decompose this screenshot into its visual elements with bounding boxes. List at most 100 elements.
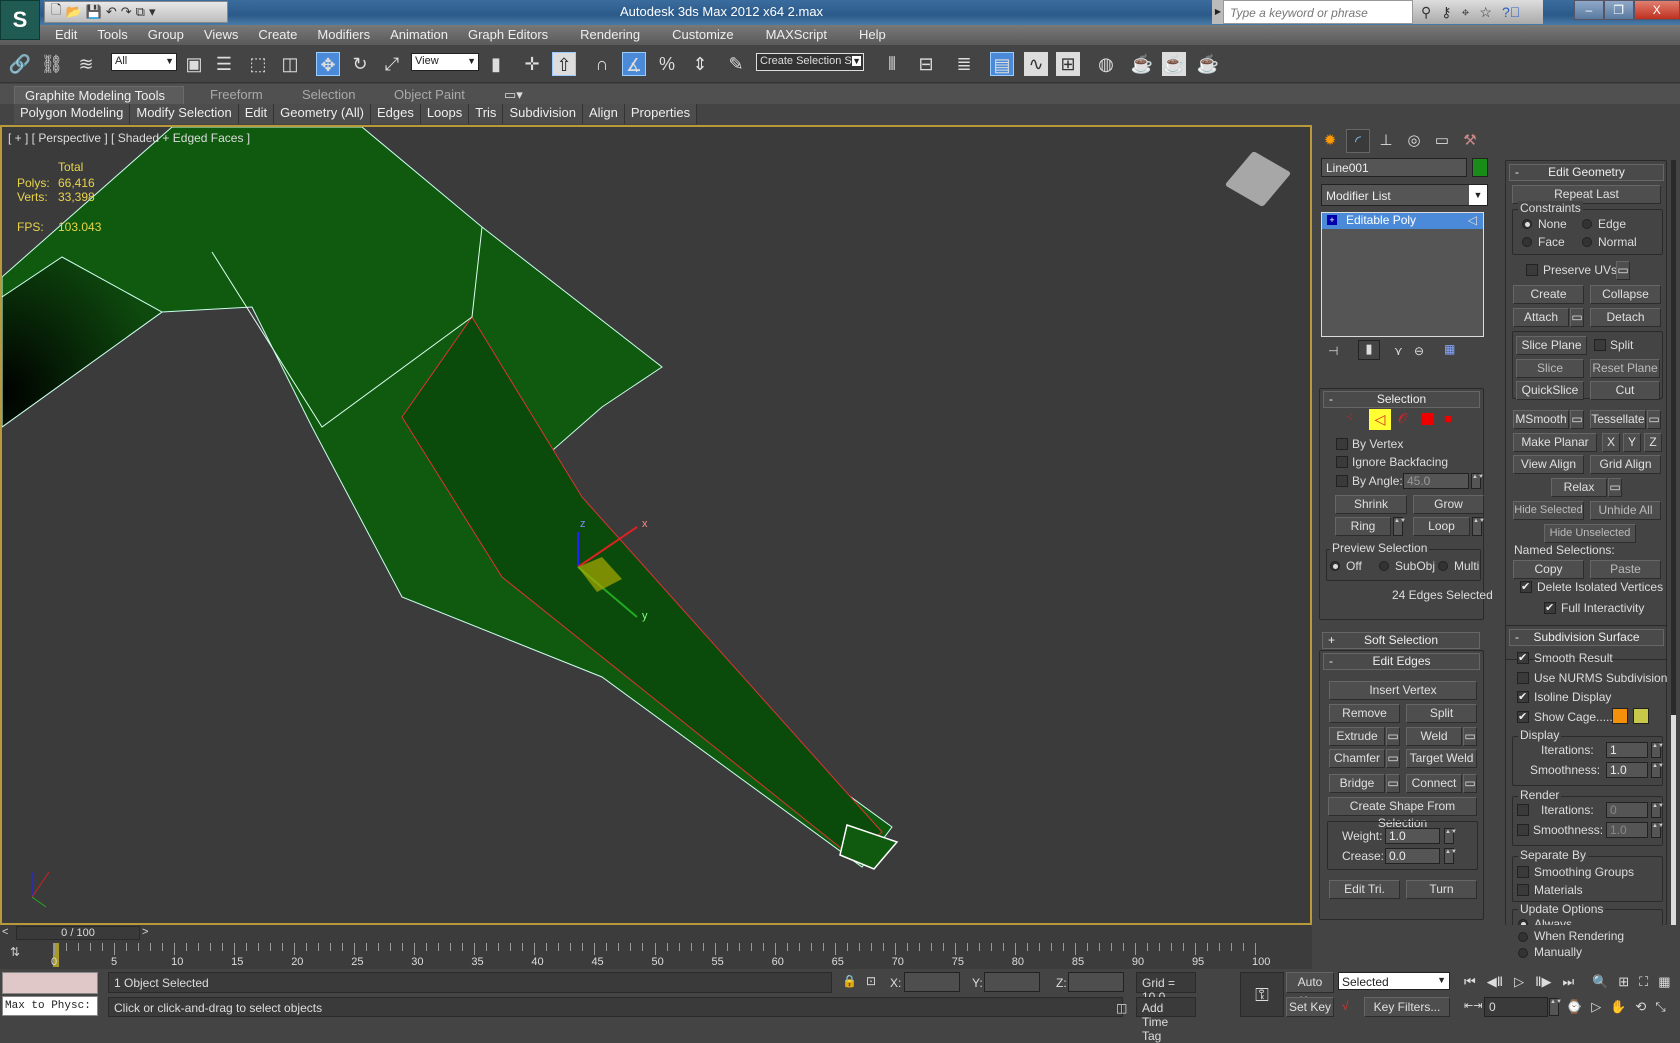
edge-mode-icon[interactable]: ◁ — [1369, 409, 1391, 430]
vertex-mode-icon[interactable]: ⁖ — [1346, 410, 1353, 424]
configure-modifier-sets-icon[interactable]: ▦ — [1444, 342, 1455, 356]
materials-checkbox[interactable] — [1517, 884, 1529, 896]
satellite-icon[interactable]: ⌖ — [1462, 4, 1470, 21]
maxscript-mini-listener-pink[interactable] — [2, 972, 98, 994]
maximize-button[interactable]: ❐ — [1603, 0, 1634, 20]
link-icon[interactable]: 🔗 — [8, 52, 32, 76]
preview-off-radio[interactable] — [1330, 561, 1340, 571]
key-mode-dropdown[interactable]: Selected ▼ — [1338, 972, 1450, 990]
select-and-scale-icon[interactable]: ⤢ — [380, 52, 404, 76]
panel-edit[interactable]: Edit — [238, 104, 275, 124]
z-coordinate-input[interactable] — [1068, 972, 1124, 992]
shrink-button[interactable]: Shrink — [1335, 495, 1407, 514]
remove-modifier-icon[interactable]: ⊖ — [1414, 344, 1424, 358]
constraint-none-radio[interactable] — [1522, 219, 1532, 229]
auto-key-button[interactable]: Auto Key — [1286, 972, 1334, 1008]
bind-space-warp-icon[interactable]: ≋ — [74, 52, 98, 76]
menu-edit[interactable]: Edit — [45, 25, 87, 45]
modifier-list-dropdown[interactable]: Modifier List ▼ — [1321, 184, 1488, 206]
render-smoothness-spinner[interactable]: ▲▼ — [1651, 822, 1664, 838]
by-angle-spinner[interactable]: ▲▼ — [1471, 473, 1484, 489]
align-icon[interactable]: ⊟ — [914, 52, 938, 76]
selection-filter-dropdown[interactable]: All ▼ — [111, 53, 177, 71]
create-tab-icon[interactable]: ✹ — [1318, 129, 1342, 153]
planar-z-button[interactable]: Z — [1644, 433, 1662, 452]
remove-button[interactable]: Remove — [1329, 704, 1400, 723]
redo-icon[interactable]: ↷ — [121, 4, 132, 20]
tab-freeform[interactable]: Freeform — [200, 86, 273, 104]
edit-edges-rollout-header[interactable]: - Edit Edges — [1323, 653, 1480, 670]
border-mode-icon[interactable]: 𝒪 — [1398, 410, 1407, 427]
chevron-down-icon[interactable]: ▾ — [149, 4, 156, 20]
select-and-rotate-icon[interactable]: ↻ — [348, 52, 372, 76]
attach-button[interactable]: Attach — [1513, 308, 1569, 327]
selection-rollout-header[interactable]: - Selection — [1323, 391, 1480, 408]
split-checkbox[interactable] — [1594, 339, 1606, 351]
collapse-button[interactable]: Collapse — [1590, 285, 1661, 304]
star-icon[interactable]: ☆ — [1479, 4, 1492, 21]
add-time-tag-button[interactable]: Add Time Tag — [1136, 997, 1196, 1043]
target-weld-button[interactable]: Target Weld — [1406, 749, 1477, 768]
command-panel-scrollbar[interactable] — [1671, 160, 1676, 780]
preserve-uvs-settings-button[interactable]: ▭ — [1616, 261, 1630, 280]
field-of-view-icon[interactable]: ▷ — [1591, 999, 1601, 1015]
mirror-icon[interactable]: ⫴ — [880, 52, 904, 76]
panel-modify-selection[interactable]: Modify Selection — [130, 104, 239, 124]
time-slider-thumb[interactable]: 0 / 100 — [16, 926, 140, 940]
key-filters-button[interactable]: Key Filters... — [1364, 997, 1450, 1017]
maximize-viewport-icon[interactable]: ⤡ — [1655, 999, 1665, 1015]
constraint-normal-radio[interactable] — [1582, 237, 1592, 247]
curve-editor-icon[interactable]: ∿ — [1024, 52, 1048, 76]
extrude-settings-button[interactable]: ▭ — [1386, 727, 1400, 746]
menu-help[interactable]: Help — [837, 25, 896, 45]
material-editor-icon[interactable]: ◍ — [1094, 52, 1118, 76]
render-setup-icon[interactable]: ☕ — [1130, 52, 1154, 76]
panel-geometry-all[interactable]: Geometry (All) — [274, 104, 371, 124]
perspective-viewport[interactable]: [ + ] [ Perspective ] [ Shaded + Edged F… — [0, 125, 1312, 925]
scene-geometry[interactable]: z x y — [2, 127, 1312, 923]
panel-properties[interactable]: Properties — [624, 104, 698, 124]
reference-coordinate-dropdown[interactable]: View ▼ — [411, 53, 479, 71]
search-input[interactable]: Type a keyword or phrase — [1223, 0, 1413, 24]
reset-plane-button[interactable]: Reset Plane — [1590, 359, 1660, 378]
next-frame-button[interactable]: > — [142, 926, 156, 940]
polygon-mode-icon[interactable] — [1422, 413, 1434, 425]
insert-vertex-button[interactable]: Insert Vertex — [1329, 681, 1477, 700]
prev-frame-button[interactable]: < — [2, 926, 16, 940]
unhide-all-button[interactable]: Unhide All — [1590, 501, 1661, 520]
hide-unselected-button[interactable]: Hide Unselected — [1544, 524, 1636, 543]
panel-loops[interactable]: Loops — [420, 104, 470, 124]
display-iterations-spinner[interactable]: ▲▼ — [1651, 742, 1664, 758]
relax-button[interactable]: Relax — [1551, 478, 1607, 497]
cage-selection-color-swatch[interactable] — [1633, 708, 1649, 724]
edit-tri-button[interactable]: Edit Tri. — [1329, 880, 1400, 899]
isoline-display-checkbox[interactable] — [1517, 690, 1529, 703]
zoom-all-icon[interactable]: ⊞ — [1618, 974, 1629, 990]
edit-geometry-rollout-header[interactable]: - Edit Geometry — [1509, 164, 1664, 181]
menu-graph-editors[interactable]: Graph Editors — [458, 25, 558, 45]
window-crossing-icon[interactable]: ◫ — [278, 52, 302, 76]
loop-button[interactable]: Loop — [1413, 517, 1470, 536]
make-unique-icon[interactable]: ⋎ — [1394, 344, 1403, 358]
display-iterations-input[interactable]: 1 — [1606, 742, 1648, 758]
paste-button[interactable]: Paste — [1590, 560, 1661, 579]
zoom-extents-all-icon[interactable]: ▦ — [1658, 974, 1670, 990]
view-align-button[interactable]: View Align — [1513, 455, 1584, 474]
bridge-settings-button[interactable]: ▭ — [1386, 774, 1400, 793]
preview-subobj-radio[interactable] — [1379, 561, 1389, 571]
ribbon-options-icon[interactable]: ▭▾ — [494, 86, 533, 104]
lock-selection-icon[interactable]: 🔒 — [842, 974, 857, 988]
previous-frame-icon[interactable]: ◀Ⅱ — [1487, 974, 1503, 990]
viewport-label[interactable]: [ + ] [ Perspective ] [ Shaded + Edged F… — [8, 131, 250, 145]
current-frame-input[interactable]: 0 — [1484, 997, 1548, 1017]
show-end-result-icon[interactable]: ▮ — [1358, 340, 1380, 360]
help-icon[interactable]: ?⃝ — [1502, 4, 1520, 20]
planar-y-button[interactable]: Y — [1623, 433, 1641, 452]
hide-selected-button[interactable]: Hide Selected — [1513, 501, 1584, 520]
menu-views[interactable]: Views — [194, 25, 248, 45]
menu-create[interactable]: Create — [248, 25, 307, 45]
hierarchy-tab-icon[interactable]: ⊥ — [1374, 129, 1398, 153]
create-button[interactable]: Create — [1513, 285, 1584, 304]
new-file-icon[interactable]: 🗋 — [51, 1, 61, 23]
pin-stack-icon[interactable]: ⊣ — [1328, 344, 1338, 358]
